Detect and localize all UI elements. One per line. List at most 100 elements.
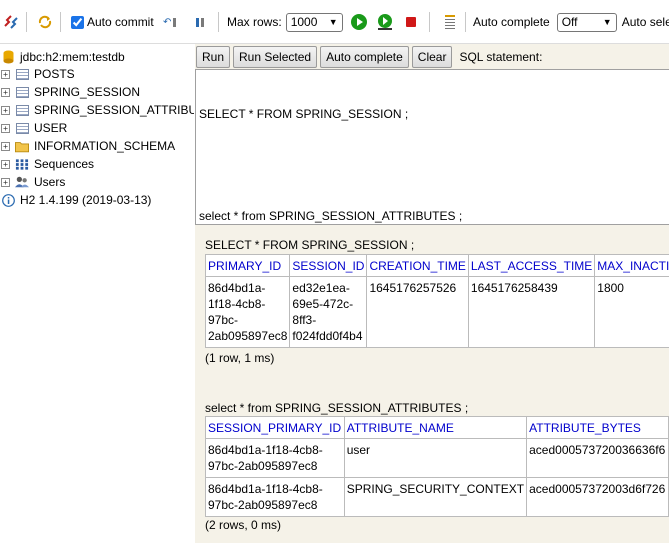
commit-button[interactable] <box>191 12 209 32</box>
table-cell: aced00057372003d6f726 <box>526 477 669 517</box>
auto-select-label: Auto select <box>621 15 669 29</box>
cell-text: 97bc- <box>208 313 239 327</box>
table-name: POSTS <box>34 67 75 81</box>
table-cell: 86d4bd1a-1f18-4cb8- 97bc-2ab095897ec8 <box>205 477 345 517</box>
expand-plus-icon[interactable]: + <box>1 87 10 97</box>
tree-users[interactable]: + Users <box>0 173 65 191</box>
table-row: 86d4bd1a-1f18-4cb8- 97bc-2ab095897ec8 SP… <box>205 477 669 517</box>
expand-plus-icon[interactable]: + <box>1 123 10 133</box>
column-header[interactable]: ATTRIBUTE_NAME <box>343 416 528 439</box>
row-count: (2 rows, 0 ms) <box>205 518 282 532</box>
auto-commit-toggle[interactable]: Auto commit <box>71 12 154 32</box>
expand-plus-icon[interactable]: + <box>1 177 10 187</box>
expand-plus-icon[interactable]: + <box>1 141 10 151</box>
tree-connection[interactable]: jdbc:h2:mem:testdb <box>0 48 125 66</box>
history-button[interactable] <box>441 12 459 32</box>
max-rows-select[interactable]: 1000 ▼ <box>285 12 343 32</box>
auto-commit-label: Auto commit <box>87 15 154 29</box>
version-label: H2 1.4.199 (2019-03-13) <box>20 193 152 207</box>
tree-version: H2 1.4.199 (2019-03-13) <box>0 191 151 209</box>
cell-text: ed32e1ea- <box>292 281 350 295</box>
schema-tree: jdbc:h2:mem:testdb + POSTS + SPRING_SESS… <box>0 46 194 543</box>
run-selected-button[interactable] <box>376 12 394 32</box>
column-header[interactable]: CREATION_TIME <box>366 254 469 277</box>
sql-editor[interactable]: SELECT * FROM SPRING_SESSION ; select * … <box>195 69 669 225</box>
toolbar: Auto commit ↶ Max rows: 1000 ▼ Auto comp… <box>0 0 669 44</box>
toolbar-separator <box>429 12 430 32</box>
toolbar-separator <box>465 12 466 32</box>
editor-line: select * from SPRING_SESSION_ATTRIBUTES … <box>199 209 463 223</box>
table-name: USER <box>34 121 68 135</box>
toolbar-separator <box>60 12 61 32</box>
table-icon <box>15 122 29 135</box>
cell-text: 86d4bd1a-1f18-4cb8- <box>208 482 323 496</box>
table-row: 86d4bd1a-1f18-4cb8- 97bc-2ab095897ec8 us… <box>205 438 669 478</box>
column-header[interactable]: ATTRIBUTE_BYTES <box>526 416 669 439</box>
table-cell: 86d4bd1a- 1f18-4cb8- 97bc- 2ab095897ec8 <box>204 276 291 348</box>
tree-table-spring-session[interactable]: + SPRING_SESSION <box>0 83 140 101</box>
chevron-down-icon: ▼ <box>328 17 338 27</box>
row-count: (1 row, 1 ms) <box>205 351 275 365</box>
rollback-button[interactable]: ↶ <box>163 12 181 32</box>
max-rows-value: 1000 <box>290 15 318 29</box>
column-header[interactable]: MAX_INACTIVE_INTERVAL <box>594 254 669 277</box>
cell-text: 97bc-2ab095897ec8 <box>208 459 318 473</box>
result-query-title: SELECT * FROM SPRING_SESSION ; <box>205 238 415 252</box>
run-selected-icon <box>376 13 394 31</box>
users-label: Users <box>34 175 66 189</box>
table-cell: SPRING_SECURITY_CONTEXT <box>343 477 528 517</box>
folder-icon <box>15 140 29 153</box>
schema-name: INFORMATION_SCHEMA <box>34 139 176 153</box>
toolbar-separator <box>218 12 219 32</box>
table-cell: ed32e1ea- 69e5-472c- 8ff3- f024fdd0f4b4 <box>289 276 368 348</box>
auto-commit-checkbox[interactable] <box>71 15 84 29</box>
table-row: 86d4bd1a- 1f18-4cb8- 97bc- 2ab095897ec8 … <box>204 276 669 348</box>
max-rows-label: Max rows: <box>227 15 282 29</box>
tree-table-user[interactable]: + USER <box>0 119 67 137</box>
tree-information-schema[interactable]: + INFORMATION_SCHEMA <box>0 137 175 155</box>
cell-text: 2ab095897ec8 <box>208 329 288 343</box>
table-cell: 1645176258439 <box>467 276 596 348</box>
column-header[interactable]: LAST_ACCESS_TIME <box>467 254 596 277</box>
table-header-row: SESSION_PRIMARY_ID ATTRIBUTE_NAME ATTRIB… <box>205 416 669 439</box>
table-icon <box>15 68 29 81</box>
max-rows-control: Max rows: 1000 ▼ <box>227 12 343 32</box>
run-selected-button[interactable]: Run Selected <box>233 45 318 68</box>
column-header[interactable]: SESSION_ID <box>289 254 368 277</box>
run-button[interactable]: Run <box>196 45 231 68</box>
cell-text: 1f18-4cb8- <box>208 297 266 311</box>
expand-plus-icon[interactable]: + <box>1 69 10 79</box>
stop-button[interactable] <box>402 12 420 32</box>
commit-icon <box>191 13 209 31</box>
auto-complete-value: Off <box>561 15 578 29</box>
auto-complete-button[interactable]: Auto complete <box>320 45 409 68</box>
cell-text: 8ff3- <box>292 313 317 327</box>
run-button[interactable] <box>350 12 368 32</box>
column-header[interactable]: SESSION_PRIMARY_ID <box>205 416 345 439</box>
result-query-title: select * from SPRING_SESSION_ATTRIBUTES … <box>205 401 469 415</box>
tree-table-posts[interactable]: + POSTS <box>0 65 75 83</box>
cell-text: 69e5-472c- <box>292 297 354 311</box>
auto-complete-label: Auto complete <box>473 15 550 29</box>
table-cell: user <box>343 438 528 478</box>
table-header-row: PRIMARY_ID SESSION_ID CREATION_TIME LAST… <box>204 254 669 277</box>
expand-plus-icon[interactable]: + <box>1 105 10 115</box>
result-table-spring-session-attributes: SESSION_PRIMARY_ID ATTRIBUTE_NAME ATTRIB… <box>205 416 669 517</box>
auto-complete-select[interactable]: Off ▼ <box>556 12 617 32</box>
rollback-icon: ↶ <box>163 13 181 31</box>
disconnect-icon <box>2 13 20 31</box>
disconnect-button[interactable] <box>2 12 20 32</box>
expand-plus-icon[interactable]: + <box>1 159 10 169</box>
toolbar-separator <box>26 12 27 32</box>
query-panel: Run Run Selected Auto complete Clear SQL… <box>195 44 669 543</box>
table-icon <box>15 86 29 99</box>
stop-icon <box>402 13 420 31</box>
tree-sequences[interactable]: + Sequences <box>0 155 94 173</box>
sequences-icon <box>15 158 29 171</box>
column-header[interactable]: PRIMARY_ID <box>204 254 291 277</box>
tree-table-spring-session-attributes[interactable]: + SPRING_SESSION_ATTRIBUTES <box>0 101 194 119</box>
clear-button[interactable]: Clear <box>411 45 453 68</box>
cell-text: 86d4bd1a-1f18-4cb8- <box>208 443 323 457</box>
refresh-button[interactable] <box>36 12 54 32</box>
